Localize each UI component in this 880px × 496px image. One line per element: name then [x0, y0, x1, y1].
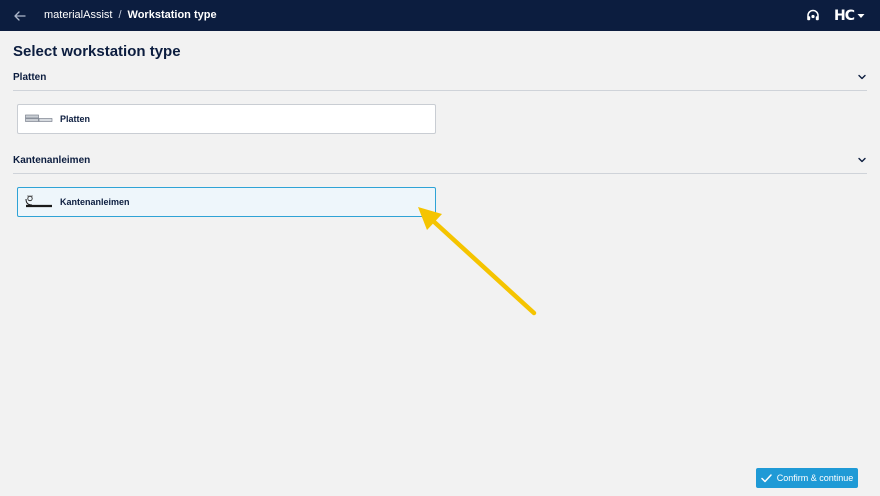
workstation-option-kantenanleimen[interactable]: Kantenanleimen	[17, 187, 436, 217]
check-icon	[760, 473, 772, 482]
section-title: Platten	[13, 71, 47, 83]
brand-menu[interactable]: HC	[834, 7, 865, 25]
breadcrumb-current: Workstation type	[127, 9, 217, 21]
back-button[interactable]	[10, 7, 30, 24]
page-title: Select workstation type	[13, 43, 181, 60]
breadcrumb-separator: /	[118, 9, 122, 21]
section-header-kantenanleimen[interactable]: Kantenanleimen	[13, 150, 867, 170]
caret-down-icon	[857, 14, 865, 18]
section-title: Kantenanleimen	[13, 154, 91, 166]
edge-banding-icon	[25, 195, 52, 208]
confirm-continue-button[interactable]: Confirm & continue	[756, 468, 858, 488]
section-header-platten[interactable]: Platten	[13, 67, 867, 87]
panel-stack-icon	[25, 114, 53, 122]
back-arrow-icon	[14, 10, 26, 21]
chevron-down-icon	[858, 74, 866, 80]
confirm-label: Confirm & continue	[776, 473, 854, 483]
option-label: Platten	[60, 114, 91, 124]
help-headset-icon	[807, 9, 819, 21]
help-button[interactable]	[805, 8, 821, 24]
workstation-option-platten[interactable]: Platten	[17, 104, 436, 134]
breadcrumb-app-link[interactable]: materialAssist	[44, 9, 112, 21]
section-divider	[13, 90, 867, 91]
section-divider	[13, 173, 867, 174]
chevron-down-icon	[858, 157, 866, 163]
breadcrumb: materialAssist / Workstation type	[44, 9, 217, 21]
brand-logo: HC	[834, 8, 855, 24]
option-label: Kantenanleimen	[60, 197, 130, 207]
top-bar: materialAssist / Workstation type HC	[0, 0, 880, 31]
